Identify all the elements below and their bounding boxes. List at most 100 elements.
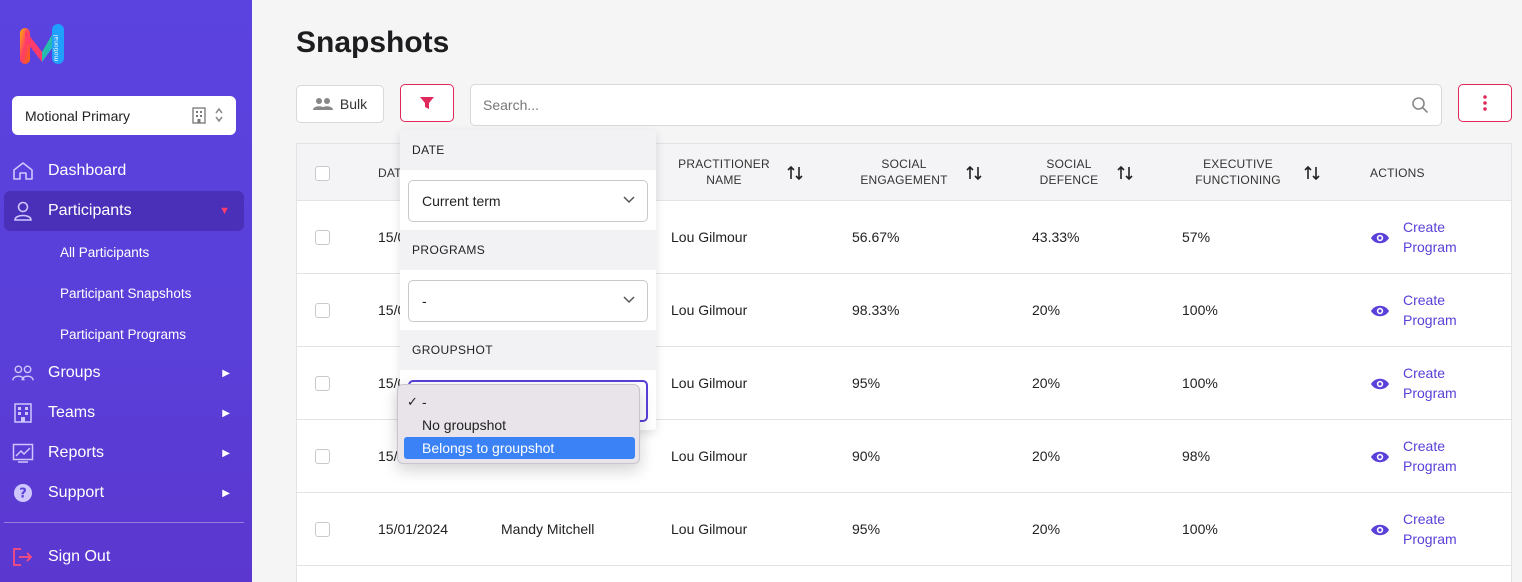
row-checkbox[interactable]: [315, 522, 330, 537]
date-select[interactable]: Current term: [408, 180, 648, 222]
sort-icon[interactable]: [1303, 165, 1321, 181]
cell-social-defence: 20%: [1032, 302, 1061, 318]
nav-participant-programs[interactable]: Participant Programs: [60, 327, 186, 342]
chart-icon: [12, 442, 34, 464]
create-program-line1: Create: [1403, 365, 1446, 381]
cell-executive-functioning: 100%: [1182, 302, 1218, 318]
svg-text:?: ?: [19, 487, 27, 502]
nav-support-label: Support: [48, 484, 105, 501]
create-program-link[interactable]: Create Program: [1403, 217, 1457, 257]
header-date[interactable]: DAT: [378, 165, 402, 181]
cell-social-engagement: 90%: [852, 448, 881, 464]
motional-logo[interactable]: motional: [18, 22, 66, 66]
create-program-link[interactable]: Create Program: [1403, 290, 1457, 330]
nav-teams-label: Teams: [48, 404, 96, 421]
filter-button[interactable]: [400, 84, 454, 122]
cell-date: 15/01/2024: [378, 521, 449, 537]
sign-out-button[interactable]: Sign Out: [4, 537, 244, 577]
sort-icon[interactable]: [965, 165, 983, 181]
users-icon: [312, 98, 333, 110]
row-checkbox[interactable]: [315, 376, 330, 391]
header-ef-line2: FUNCTIONING: [1195, 173, 1281, 187]
organization-select[interactable]: Motional Primary: [12, 96, 236, 135]
chevron-updown-icon: [215, 107, 223, 123]
cell-practitioner: Lou Gilmour: [671, 448, 748, 464]
header-executive-functioning[interactable]: EXECUTIVE FUNCTIONING: [1183, 156, 1293, 188]
logo-text: motional: [53, 34, 60, 61]
cell-participant[interactable]: Mandy Mitchell: [501, 521, 594, 537]
cell-social-defence: 43.33%: [1032, 229, 1080, 245]
cell-social-engagement: 95%: [852, 375, 881, 391]
groupshot-dropdown-list: ✓ - No groupshot Belongs to groupshot: [397, 384, 640, 464]
search-icon[interactable]: [1411, 96, 1429, 114]
eye-icon[interactable]: [1370, 523, 1390, 537]
nav-participants[interactable]: Participants ▼: [4, 191, 244, 231]
cell-executive-functioning: 100%: [1182, 521, 1218, 537]
cell-executive-functioning: 57%: [1182, 229, 1211, 245]
cell-executive-functioning: 98%: [1182, 448, 1211, 464]
header-social-defence[interactable]: SOCIAL DEFENCE: [1034, 156, 1104, 188]
header-ef-line1: EXECUTIVE: [1203, 157, 1273, 171]
nav-groups-label: Groups: [48, 364, 101, 381]
groupshot-option-label: No groupshot: [422, 417, 507, 433]
select-all-checkbox[interactable]: [315, 166, 330, 181]
row-checkbox[interactable]: [315, 303, 330, 318]
create-program-link[interactable]: Create Program: [1403, 509, 1457, 549]
create-program-line1: Create: [1403, 219, 1446, 235]
header-actions: ACTIONS: [1370, 166, 1425, 180]
sidebar: motional Motional Primary Dashboard Part…: [0, 0, 252, 582]
create-program-line2: Program: [1403, 458, 1457, 474]
help-icon: ?: [12, 482, 34, 504]
chevron-down-icon: [623, 196, 635, 204]
create-program-link[interactable]: Create Program: [1403, 436, 1457, 476]
header-social-engagement[interactable]: SOCIAL ENGAGEMENT: [854, 156, 954, 188]
search-box[interactable]: [470, 84, 1442, 126]
header-practitioner-line1: PRACTITIONER: [678, 157, 770, 171]
cell-social-defence: 20%: [1032, 375, 1061, 391]
nav-teams[interactable]: Teams ▶: [4, 393, 244, 433]
sort-icon[interactable]: [786, 165, 804, 181]
building-icon: [192, 107, 206, 124]
groupshot-option-no-groupshot[interactable]: No groupshot: [404, 414, 635, 436]
groupshot-option-label: Belongs to groupshot: [422, 440, 555, 456]
nav-support[interactable]: ? Support ▶: [4, 473, 244, 513]
nav-reports[interactable]: Reports ▶: [4, 433, 244, 473]
header-se-line1: SOCIAL: [881, 157, 927, 171]
row-checkbox[interactable]: [315, 230, 330, 245]
search-input[interactable]: [483, 95, 1383, 115]
cell-social-defence: 20%: [1032, 521, 1061, 537]
nav-groups[interactable]: Groups ▶: [4, 353, 244, 393]
header-sd-line1: SOCIAL: [1046, 157, 1092, 171]
cell-social-engagement: 56.67%: [852, 229, 900, 245]
groupshot-option-label: -: [422, 394, 427, 410]
eye-icon[interactable]: [1370, 304, 1390, 318]
nav-participant-snapshots[interactable]: Participant Snapshots: [60, 286, 191, 301]
programs-select[interactable]: -: [408, 280, 648, 322]
more-options-button[interactable]: [1458, 84, 1512, 122]
header-practitioner-name[interactable]: PRACTITIONER NAME: [675, 156, 773, 188]
filter-programs-label: PROGRAMS: [400, 230, 656, 270]
eye-icon[interactable]: [1370, 377, 1390, 391]
create-program-line1: Create: [1403, 292, 1446, 308]
groupshot-option-none[interactable]: ✓ -: [404, 391, 635, 413]
cell-executive-functioning: 100%: [1182, 375, 1218, 391]
building-icon: [12, 402, 34, 424]
row-checkbox[interactable]: [315, 449, 330, 464]
bulk-button[interactable]: Bulk: [296, 85, 384, 123]
sign-out-icon: [12, 546, 34, 568]
sort-icon[interactable]: [1116, 165, 1134, 181]
caret-right-icon: ▶: [222, 407, 230, 419]
create-program-line2: Program: [1403, 531, 1457, 547]
nav-all-participants[interactable]: All Participants: [60, 245, 149, 260]
table-row: 15/01/2024 Mandy Mitchell Lou Gilmour 95…: [297, 493, 1511, 566]
nav-reports-label: Reports: [48, 444, 105, 461]
filter-icon: [420, 97, 434, 109]
eye-icon[interactable]: [1370, 231, 1390, 245]
cell-social-engagement: 98.33%: [852, 302, 900, 318]
nav-dashboard[interactable]: Dashboard: [4, 151, 244, 191]
sign-out-label: Sign Out: [48, 548, 111, 565]
groupshot-option-belongs[interactable]: Belongs to groupshot: [404, 437, 635, 459]
eye-icon[interactable]: [1370, 450, 1390, 464]
create-program-line2: Program: [1403, 385, 1457, 401]
create-program-link[interactable]: Create Program: [1403, 363, 1457, 403]
